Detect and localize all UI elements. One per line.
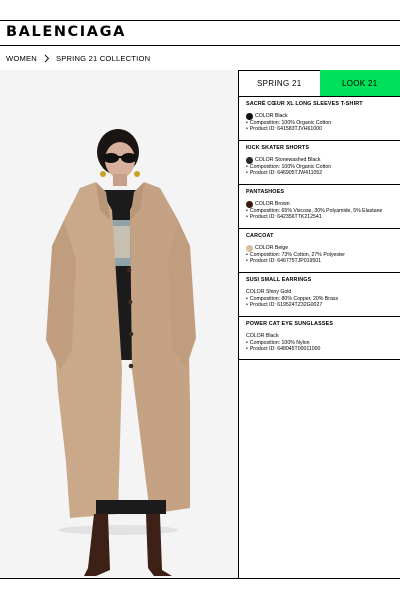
product-color-row: COLOR Beige bbox=[246, 245, 394, 252]
product-composition: • Composition: 100% Nylon bbox=[246, 339, 310, 346]
product-name: CARCOAT bbox=[246, 233, 274, 239]
color-swatch bbox=[246, 113, 253, 120]
color-swatch bbox=[246, 201, 253, 208]
product-color-row: COLOR Black bbox=[246, 333, 394, 340]
color-label: COLOR bbox=[255, 245, 274, 251]
color-value: Brown bbox=[274, 201, 290, 207]
product-tshirt[interactable]: SACRÉ CŒUR XL LONG SLEEVES T-SHIRT COLOR… bbox=[239, 97, 400, 141]
product-composition: • Composition: 100% Organic Cotton bbox=[246, 119, 332, 126]
product-composition: • Composition: 80% Copper, 20% Brass bbox=[246, 295, 339, 302]
product-id: • Product ID: 641583TJVH61000 bbox=[246, 126, 322, 133]
product-name: SUSI SMALL EARRINGS bbox=[246, 277, 312, 283]
brand-logo[interactable]: BALENCIAGA bbox=[6, 24, 126, 40]
color-value: Stonewashed Black bbox=[274, 157, 321, 163]
product-name: POWER CAT EYE SUNGLASSES bbox=[246, 321, 334, 327]
product-composition: • Composition: 73% Cotton, 27% Polyester bbox=[246, 251, 345, 258]
product-carcoat[interactable]: CARCOAT COLOR Beige • Composition: 73% Co… bbox=[239, 229, 400, 273]
header-top-rule bbox=[0, 20, 400, 21]
product-composition: • Composition: 100% Organic Cotton bbox=[246, 163, 332, 170]
product-shorts[interactable]: KICK SKATER SHORTS COLOR Stonewashed Bla… bbox=[239, 141, 400, 185]
look-photo bbox=[0, 70, 238, 578]
color-label: COLOR bbox=[246, 289, 265, 295]
model-in-carcoat-illustration bbox=[0, 70, 238, 578]
product-composition: • Composition: 65% Viscose, 30% Polyamide… bbox=[246, 207, 383, 214]
color-value: Black bbox=[274, 113, 288, 119]
color-swatch bbox=[246, 245, 253, 252]
product-pantashoes[interactable]: PANTASHOES COLOR Brown • Composition: 65%… bbox=[239, 185, 400, 229]
product-id: • Product ID: 648045T00011000 bbox=[246, 346, 321, 353]
product-earrings[interactable]: SUSI SMALL EARRINGS COLOR Shiny Gold • Co… bbox=[239, 273, 400, 317]
product-name: SACRÉ CŒUR XL LONG SLEEVES T-SHIRT bbox=[246, 101, 363, 107]
product-color-row: COLOR Stonewashed Black bbox=[246, 157, 394, 164]
color-label: COLOR bbox=[255, 201, 274, 207]
product-name: KICK SKATER SHORTS bbox=[246, 145, 310, 151]
breadcrumb: WOMEN SPRING 21 COLLECTION bbox=[6, 54, 150, 63]
product-id: • Product ID: 642356TTK212541 bbox=[246, 214, 322, 221]
tab-spring21[interactable]: SPRING 21 bbox=[239, 70, 320, 96]
product-id: • Product ID: 646775TJP019501 bbox=[246, 258, 322, 265]
color-value: Black bbox=[265, 333, 279, 339]
product-color-row: COLOR Brown bbox=[246, 201, 394, 208]
tab-look21[interactable]: LOOK 21 bbox=[319, 70, 400, 96]
look-tabs: SPRING 21 LOOK 21 bbox=[239, 70, 400, 96]
color-label: COLOR bbox=[246, 333, 265, 339]
breadcrumb-spring21-collection[interactable]: SPRING 21 COLLECTION bbox=[56, 54, 150, 63]
header-bottom-rule bbox=[0, 45, 400, 46]
product-id: • Product ID: 619524TZ32G0027 bbox=[246, 302, 323, 309]
chevron-right-icon bbox=[42, 54, 51, 63]
product-list: SACRÉ CŒUR XL LONG SLEEVES T-SHIRT COLOR… bbox=[239, 97, 400, 360]
color-label: COLOR bbox=[255, 157, 274, 163]
product-color-row: COLOR Shiny Gold bbox=[246, 289, 394, 296]
color-value: Beige bbox=[274, 245, 289, 251]
product-sunglasses[interactable]: POWER CAT EYE SUNGLASSES COLOR Black • Co… bbox=[239, 317, 400, 360]
color-value: Shiny Gold bbox=[265, 289, 292, 295]
product-id: • Product ID: 646905TJW411052 bbox=[246, 170, 323, 177]
color-label: COLOR bbox=[255, 113, 274, 119]
product-color-row: COLOR Black bbox=[246, 113, 394, 120]
color-swatch bbox=[246, 157, 253, 164]
product-name: PANTASHOES bbox=[246, 189, 285, 195]
content-bottom-rule bbox=[0, 578, 400, 579]
breadcrumb-women[interactable]: WOMEN bbox=[6, 54, 37, 63]
